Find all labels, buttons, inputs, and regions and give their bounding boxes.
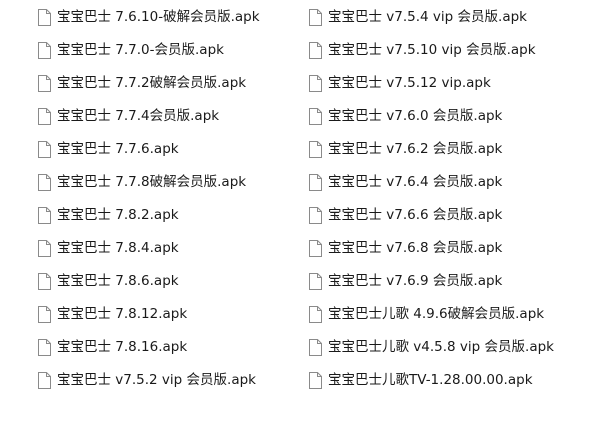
file-name: 宝宝巴士儿歌TV-1.28.00.00.apk — [328, 372, 533, 388]
file-list: 宝宝巴士 7.6.10-破解会员版.apk 宝宝巴士 7.7.0-会员版.apk 宝… — [0, 0, 590, 426]
file-name: 宝宝巴士 v7.6.2 会员版.apk — [328, 141, 503, 157]
file-name: 宝宝巴士 v7.6.6 会员版.apk — [328, 207, 503, 223]
file-item[interactable]: 宝宝巴士 7.7.6.apk — [38, 137, 179, 161]
file-item[interactable]: 宝宝巴士 v7.6.2 会员版.apk — [309, 137, 502, 161]
file-icon — [309, 371, 322, 389]
file-item[interactable]: 宝宝巴士 v7.5.2 vip 会员版.apk — [38, 368, 256, 392]
file-item[interactable]: 宝宝巴士 7.8.16.apk — [38, 335, 187, 359]
file-item[interactable]: 宝宝巴士儿歌 v4.5.8 vip 会员版.apk — [309, 335, 554, 359]
file-item[interactable]: 宝宝巴士 v7.5.10 vip 会员版.apk — [309, 38, 536, 62]
file-icon — [309, 239, 322, 257]
file-icon — [38, 338, 51, 356]
file-item[interactable]: 宝宝巴士 7.6.10-破解会员版.apk — [38, 5, 260, 29]
file-name: 宝宝巴士 v7.6.8 会员版.apk — [328, 240, 503, 256]
file-icon — [309, 272, 322, 290]
file-item[interactable]: 宝宝巴士 7.7.4会员版.apk — [38, 104, 219, 128]
file-item[interactable]: 宝宝巴士 v7.5.12 vip.apk — [309, 71, 491, 95]
file-item[interactable]: 宝宝巴士 v7.6.0 会员版.apk — [309, 104, 502, 128]
file-icon — [309, 8, 322, 26]
file-icon — [38, 305, 51, 323]
file-name: 宝宝巴士 v7.5.2 vip 会员版.apk — [57, 372, 256, 388]
file-icon — [38, 41, 51, 59]
file-item[interactable]: 宝宝巴士儿歌 4.9.6破解会员版.apk — [309, 302, 544, 326]
file-item[interactable]: 宝宝巴士 7.7.2破解会员版.apk — [38, 71, 246, 95]
file-icon — [309, 140, 322, 158]
file-icon — [309, 338, 322, 356]
file-name: 宝宝巴士 v7.6.0 会员版.apk — [328, 108, 503, 124]
file-icon — [309, 305, 322, 323]
file-name: 宝宝巴士 v7.5.10 vip 会员版.apk — [328, 42, 536, 58]
file-item[interactable]: 宝宝巴士 7.7.8破解会员版.apk — [38, 170, 246, 194]
file-name: 宝宝巴士 7.6.10-破解会员版.apk — [57, 9, 260, 25]
file-name: 宝宝巴士儿歌 4.9.6破解会员版.apk — [328, 306, 545, 322]
file-name: 宝宝巴士 7.7.8破解会员版.apk — [57, 174, 247, 190]
file-item[interactable]: 宝宝巴士 v7.5.4 vip 会员版.apk — [309, 5, 527, 29]
file-item[interactable]: 宝宝巴士 v7.6.9 会员版.apk — [309, 269, 502, 293]
file-icon — [38, 74, 51, 92]
file-name: 宝宝巴士 7.7.4会员版.apk — [57, 108, 220, 124]
file-icon — [38, 173, 51, 191]
file-icon — [309, 74, 322, 92]
file-name: 宝宝巴士 v7.5.4 vip 会员版.apk — [328, 9, 527, 25]
file-name: 宝宝巴士 7.7.0-会员版.apk — [57, 42, 224, 58]
file-name: 宝宝巴士 v7.6.4 会员版.apk — [328, 174, 503, 190]
file-item[interactable]: 宝宝巴士儿歌TV-1.28.00.00.apk — [309, 368, 533, 392]
file-icon — [38, 272, 51, 290]
file-icon — [309, 206, 322, 224]
file-item[interactable]: 宝宝巴士 v7.6.4 会员版.apk — [309, 170, 502, 194]
file-item[interactable]: 宝宝巴士 7.7.0-会员版.apk — [38, 38, 224, 62]
file-name: 宝宝巴士 7.8.16.apk — [57, 339, 188, 355]
file-icon — [38, 107, 51, 125]
file-name: 宝宝巴士 7.8.2.apk — [57, 207, 179, 223]
file-icon — [309, 107, 322, 125]
file-name: 宝宝巴士 7.7.2破解会员版.apk — [57, 75, 247, 91]
file-icon — [38, 239, 51, 257]
file-name: 宝宝巴士 v7.5.12 vip.apk — [328, 75, 491, 91]
file-name: 宝宝巴士 v7.6.9 会员版.apk — [328, 273, 503, 289]
file-name: 宝宝巴士儿歌 v4.5.8 vip 会员版.apk — [328, 339, 554, 355]
file-icon — [38, 371, 51, 389]
file-item[interactable]: 宝宝巴士 7.8.6.apk — [38, 269, 179, 293]
file-item[interactable]: 宝宝巴士 7.8.12.apk — [38, 302, 187, 326]
file-item[interactable]: 宝宝巴士 7.8.4.apk — [38, 236, 179, 260]
file-item[interactable]: 宝宝巴士 7.8.2.apk — [38, 203, 179, 227]
file-name: 宝宝巴士 7.8.12.apk — [57, 306, 188, 322]
file-icon — [38, 206, 51, 224]
file-icon — [309, 41, 322, 59]
file-name: 宝宝巴士 7.7.6.apk — [57, 141, 179, 157]
file-icon — [38, 8, 51, 26]
file-name: 宝宝巴士 7.8.6.apk — [57, 273, 179, 289]
file-icon — [38, 140, 51, 158]
file-name: 宝宝巴士 7.8.4.apk — [57, 240, 179, 256]
file-item[interactable]: 宝宝巴士 v7.6.8 会员版.apk — [309, 236, 502, 260]
file-item[interactable]: 宝宝巴士 v7.6.6 会员版.apk — [309, 203, 502, 227]
file-icon — [309, 173, 322, 191]
